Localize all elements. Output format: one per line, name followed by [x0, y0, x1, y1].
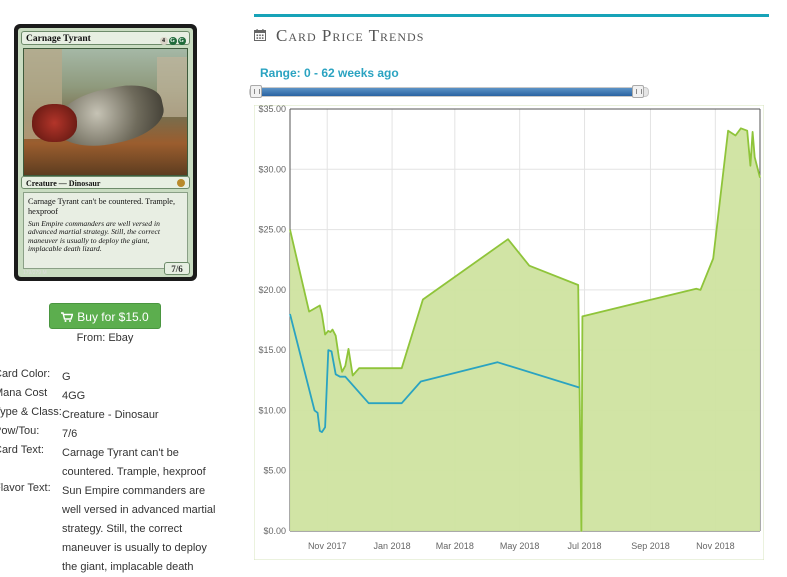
card-artwork	[23, 48, 188, 176]
y-tick-label: $30.00	[258, 164, 286, 174]
y-tick-label: $15.00	[258, 345, 286, 355]
mana-symbol-generic: 4	[160, 37, 168, 45]
card-power-toughness: 7/6	[164, 262, 190, 275]
y-tick-label: $10.00	[258, 405, 286, 415]
card-mana-cost: 4GG	[159, 33, 186, 47]
card-type-line: Creature — Dinosaur	[26, 179, 101, 188]
detail-label: Mana Cost	[0, 387, 48, 399]
art-dinosaur-head	[32, 104, 77, 142]
x-tick-label: Jul 2018	[568, 541, 602, 551]
range-slider-handle-min[interactable]	[250, 85, 262, 98]
section-title: Card Price Trends	[276, 26, 425, 45]
y-tick-label: $20.00	[258, 285, 286, 295]
card-text-box: Carnage Tyrant can't be countered. Tramp…	[23, 192, 188, 269]
card-rules-text: Carnage Tyrant can't be countered. Tramp…	[28, 197, 176, 216]
card-type-bar: Creature — Dinosaur	[21, 176, 190, 189]
detail-value: Creature - Dinosaur	[62, 409, 159, 421]
x-tick-label: May 2018	[500, 541, 540, 551]
detail-label: Flavor Text:	[0, 482, 51, 494]
x-tick-label: Jan 2018	[374, 541, 411, 551]
detail-value: Sun Empire commanders are well versed in…	[62, 485, 216, 573]
range-slider-handle-max[interactable]	[632, 85, 644, 98]
x-tick-label: Sep 2018	[631, 541, 670, 551]
y-tick-label: $0.00	[263, 526, 286, 536]
x-tick-label: Mar 2018	[436, 541, 474, 551]
range-label: Range: 0 - 62 weeks ago	[260, 66, 399, 80]
cart-icon	[61, 312, 74, 322]
mana-symbol-green: G	[169, 37, 177, 45]
x-tick-label: Nov 2018	[696, 541, 735, 551]
card-image: Carnage Tyrant 4GG Creature — Dinosaur C…	[14, 24, 197, 281]
set-symbol-icon	[177, 179, 185, 187]
detail-value: 7/6	[62, 428, 78, 440]
detail-label: Pow/Tou:	[0, 425, 40, 437]
detail-value: G	[62, 371, 71, 383]
detail-value: 4GG	[62, 390, 86, 402]
seller-source: From: Ebay	[76, 332, 134, 344]
card-collector-info: 179/279 M	[23, 270, 47, 276]
range-slider-fill	[262, 88, 638, 96]
detail-label: Type & Class:	[0, 406, 62, 418]
card-flavor-text: Sun Empire commanders are well versed in…	[28, 219, 160, 254]
x-tick-label: Nov 2017	[308, 541, 347, 551]
buy-button-label: Buy for $15.0	[77, 310, 149, 324]
card-title-bar: Carnage Tyrant 4GG	[21, 31, 190, 45]
detail-label: Card Text:	[0, 444, 44, 456]
price-chart: $0.00 $5.00 $10.00 $15.00 $20.00 $25.00 $30.00…	[254, 105, 764, 560]
price-chart-svg: $0.00 $5.00 $10.00 $15.00 $20.00 $25.00 $30.00…	[254, 105, 764, 560]
mana-symbol-green: G	[178, 37, 186, 45]
y-tick-label: $5.00	[263, 466, 286, 476]
section-divider	[254, 14, 769, 17]
calendar-icon	[254, 29, 266, 41]
detail-label: Card Color:	[0, 368, 51, 380]
card-frame: Carnage Tyrant 4GG Creature — Dinosaur C…	[18, 28, 193, 277]
detail-value: Carnage Tyrant can't be countered. Tramp…	[62, 447, 206, 478]
y-tick-label: $35.00	[258, 105, 286, 114]
buy-button[interactable]: Buy for $15.0	[49, 303, 161, 329]
card-name: Carnage Tyrant	[26, 34, 91, 44]
y-tick-label: $25.00	[258, 225, 286, 235]
